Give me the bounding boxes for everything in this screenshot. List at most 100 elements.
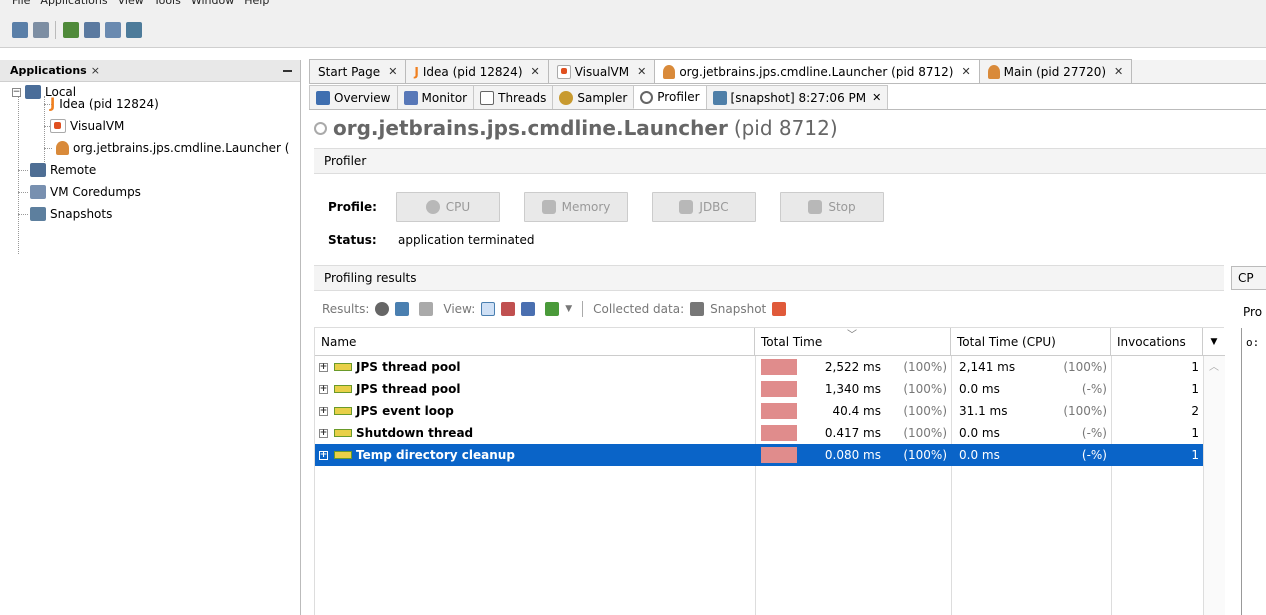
tab-threads[interactable]: Threads: [473, 85, 554, 109]
close-icon[interactable]: ✕: [1114, 65, 1123, 78]
thread-icon: [334, 451, 352, 459]
tree-node-launcher[interactable]: org.jetbrains.jps.cmdline.Launcher (: [56, 138, 290, 158]
tab-main[interactable]: Main (pid 27720) ✕: [978, 59, 1133, 83]
reset-results-icon[interactable]: [419, 302, 434, 316]
menu-tools[interactable]: Tools: [154, 0, 181, 8]
column-header-name[interactable]: Name: [315, 328, 755, 356]
menu-view[interactable]: View: [118, 0, 144, 8]
tab-launcher[interactable]: org.jetbrains.jps.cmdline.Launcher (pid …: [654, 59, 980, 83]
applications-tab[interactable]: Applications ×: [0, 60, 300, 82]
column-chooser-icon[interactable]: ▼: [1203, 328, 1225, 356]
tab-monitor[interactable]: Monitor: [396, 85, 475, 109]
scroll-up-icon[interactable]: ︿: [1209, 358, 1219, 373]
row-name-cell: + Temp directory cleanup: [319, 444, 515, 466]
tree-node-label: VisualVM: [70, 119, 125, 133]
cpu-time-value: 2,141 ms: [959, 360, 1016, 374]
menu-window[interactable]: Window: [191, 0, 234, 8]
tree-node-coredumps[interactable]: VM Coredumps: [30, 182, 141, 202]
add-coredump-icon[interactable]: [105, 22, 121, 38]
columns-icon[interactable]: [545, 302, 560, 316]
vertical-scrollbar[interactable]: ︿: [1203, 356, 1225, 615]
stop-button[interactable]: Stop: [780, 192, 884, 222]
column-header-total-time[interactable]: Total Time ﹀: [755, 328, 951, 356]
row-name-cell: + JPS thread pool: [319, 378, 460, 400]
jdbc-button[interactable]: JDBC: [652, 192, 756, 222]
close-icon[interactable]: ✕: [531, 65, 540, 78]
dropdown-arrow-icon[interactable]: ▼: [565, 304, 572, 314]
total-time-percent: (100%): [903, 448, 947, 462]
snapshot-button-label[interactable]: Snapshot: [710, 302, 766, 316]
table-row[interactable]: + JPS thread pool 1,340 ms (100%) 0.0 ms (-%)…: [315, 378, 1203, 400]
table-row[interactable]: + JPS event loop 40.4 ms (100%) 31.1 ms (100%…: [315, 400, 1203, 422]
tab-start-page[interactable]: Start Page ✕: [309, 59, 407, 83]
row-name-cell: + JPS thread pool: [319, 356, 460, 378]
expand-icon[interactable]: +: [319, 450, 328, 460]
thread-icon: [334, 385, 352, 393]
cpu-button[interactable]: CPU: [396, 192, 500, 222]
section-title: Profiler: [324, 154, 367, 168]
profiler-section-header: Profiler: [314, 148, 1266, 174]
memory-button[interactable]: Memory: [524, 192, 628, 222]
total-time-percent: (100%): [903, 404, 947, 418]
computer-icon: [25, 85, 41, 99]
table-row[interactable]: + Shutdown thread 0.417 ms (100%) 0.0 ms (-%)…: [315, 422, 1203, 444]
tab-profiler[interactable]: Profiler: [633, 85, 707, 109]
export-icon[interactable]: [772, 302, 787, 316]
refresh-icon[interactable]: [395, 302, 410, 316]
close-icon[interactable]: ✕: [872, 91, 881, 104]
tab-sampler[interactable]: Sampler: [552, 85, 635, 109]
tab-overview[interactable]: Overview: [309, 85, 398, 109]
close-icon[interactable]: ✕: [961, 65, 970, 78]
view-label: View:: [443, 302, 476, 316]
expand-icon[interactable]: +: [319, 362, 328, 372]
add-remote-host-icon[interactable]: [84, 22, 100, 38]
invocations-value: 1: [1191, 448, 1199, 462]
live-results-icon[interactable]: [375, 302, 390, 316]
expand-icon[interactable]: +: [319, 406, 328, 416]
tree-node-visualvm[interactable]: VisualVM: [50, 116, 124, 136]
load-snapshot-icon[interactable]: [126, 22, 142, 38]
cpu-panel-tab[interactable]: CP: [1231, 266, 1266, 290]
thread-icon: [334, 407, 352, 415]
tree-node-idea[interactable]: J Idea (pid 12824): [50, 94, 159, 114]
tab-idea[interactable]: J Idea (pid 12824) ✕: [405, 59, 549, 83]
minimize-icon[interactable]: [283, 70, 292, 72]
button-label: JDBC: [699, 200, 729, 214]
table-row[interactable]: + JPS thread pool 2,522 ms (100%) 2,141 ms (1…: [315, 356, 1203, 378]
overview-icon: [316, 90, 330, 105]
tab-visualvm[interactable]: VisualVM ✕: [547, 59, 656, 83]
tree-node-remote[interactable]: Remote: [30, 160, 96, 180]
menu-applications[interactable]: Applications: [40, 0, 107, 8]
column-header-total-time-cpu[interactable]: Total Time (CPU): [951, 328, 1111, 356]
open-file-icon[interactable]: [12, 22, 28, 38]
button-label: Memory: [561, 200, 611, 214]
hot-spots-view-icon[interactable]: [501, 302, 516, 316]
table-row[interactable]: + Temp directory cleanup 0.080 ms (100%) 0.0…: [315, 444, 1203, 466]
menu-help[interactable]: Help: [244, 0, 269, 8]
total-time-bar: [761, 425, 797, 441]
document-tabs: Start Page ✕ J Idea (pid 12824) ✕ Visual…: [309, 59, 1266, 84]
tab-snapshot[interactable]: [snapshot] 8:27:06 PM ✕: [705, 85, 889, 109]
close-icon[interactable]: ×: [91, 64, 100, 77]
close-icon[interactable]: ✕: [388, 65, 397, 78]
cpu-icon: [425, 200, 440, 214]
column-label: Total Time: [761, 335, 823, 349]
close-icon[interactable]: ✕: [637, 65, 646, 78]
tree-node-snapshots[interactable]: Snapshots: [30, 204, 112, 224]
column-label: Total Time (CPU): [957, 335, 1056, 349]
snapshot-icon[interactable]: [690, 302, 705, 316]
add-jmx-connection-icon[interactable]: [63, 22, 79, 38]
tree-node-label: Idea (pid 12824): [59, 97, 159, 111]
column-header-invocations[interactable]: Invocations: [1111, 328, 1203, 356]
save-icon[interactable]: [33, 22, 49, 38]
expand-icon[interactable]: +: [319, 384, 328, 394]
expand-icon[interactable]: +: [319, 428, 328, 438]
total-time-bar: [761, 381, 797, 397]
total-time-value: 0.080 ms: [824, 448, 881, 462]
call-tree-view-icon[interactable]: [481, 302, 496, 316]
collapse-icon[interactable]: −: [12, 87, 21, 97]
total-time-percent: (100%): [903, 382, 947, 396]
reverse-calls-view-icon[interactable]: [521, 302, 536, 316]
menu-file[interactable]: File: [12, 0, 30, 8]
total-time-value: 40.4 ms: [832, 404, 881, 418]
